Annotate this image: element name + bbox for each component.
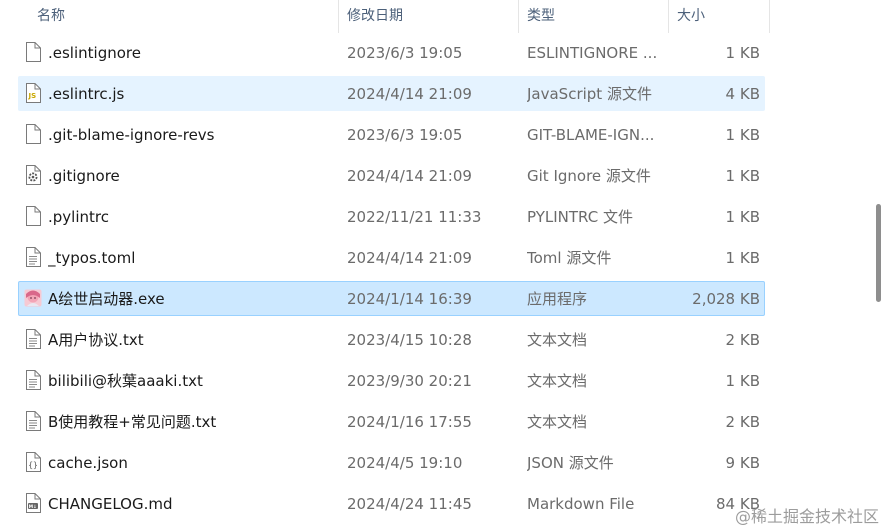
vertical-scrollbar-thumb[interactable] <box>876 204 881 302</box>
watermark: @稀土掘金技术社区 <box>734 507 879 526</box>
file-size: 2,028 KB <box>692 290 760 308</box>
file-modified-date: 2024/4/14 21:09 <box>347 249 472 267</box>
file-modified-date: 2024/1/14 16:39 <box>347 290 472 308</box>
blank-file-icon <box>24 42 42 62</box>
svg-text:JS: JS <box>28 92 37 100</box>
file-name: .eslintignore <box>48 44 141 62</box>
file-size: 1 KB <box>725 44 760 62</box>
file-size: 1 KB <box>725 126 760 144</box>
file-size: 2 KB <box>725 331 760 349</box>
file-row[interactable]: B使用教程+常见问题.txt 2024/1/16 17:55 文本文档 2 KB <box>0 402 780 443</box>
file-size: 4 KB <box>725 85 760 103</box>
file-type: Markdown File <box>527 495 635 513</box>
file-modified-date: 2023/6/3 19:05 <box>347 126 463 144</box>
file-name: A绘世启动器.exe <box>48 290 165 308</box>
file-row[interactable]: A用户协议.txt 2023/4/15 10:28 文本文档 2 KB <box>0 320 780 361</box>
file-row[interactable]: .git-blame-ignore-revs 2023/6/3 19:05 GI… <box>0 115 780 156</box>
file-explorer: ^ 名称 修改日期 类型 大小 .eslintignore 2023/6/3 1… <box>0 0 889 531</box>
file-modified-date: 2024/4/14 21:09 <box>347 167 472 185</box>
svg-text:M↓: M↓ <box>29 504 37 510</box>
file-name: _typos.toml <box>48 249 136 267</box>
file-row[interactable]: {} cache.json 2024/4/5 19:10 JSON 源文件 9 … <box>0 443 780 484</box>
file-name: .gitignore <box>48 167 120 185</box>
file-modified-date: 2022/11/21 11:33 <box>347 208 482 226</box>
file-modified-date: 2024/4/5 19:10 <box>347 454 463 472</box>
file-type: JavaScript 源文件 <box>527 85 652 103</box>
file-modified-date: 2024/4/14 21:09 <box>347 85 472 103</box>
text-file-icon <box>24 370 42 390</box>
file-name: bilibili@秋葉aaaki.txt <box>48 372 203 390</box>
column-header-name-label: 名称 <box>37 8 65 24</box>
file-row[interactable]: .pylintrc 2022/11/21 11:33 PYLINTRC 文件 1… <box>0 197 780 238</box>
markdown-file-icon: M↓ <box>24 493 42 513</box>
file-name: .pylintrc <box>48 208 109 226</box>
file-row[interactable]: .eslintignore 2023/6/3 19:05 ESLINTIGNOR… <box>0 33 780 74</box>
file-size: 9 KB <box>725 454 760 472</box>
column-header-date[interactable]: 修改日期 <box>339 0 519 33</box>
file-type: 文本文档 <box>527 331 588 349</box>
file-type: JSON 源文件 <box>527 454 614 472</box>
file-modified-date: 2024/1/16 17:55 <box>347 413 472 431</box>
file-name: cache.json <box>48 454 128 472</box>
file-name: .eslintrc.js <box>48 85 125 103</box>
file-name: CHANGELOG.md <box>48 495 173 513</box>
column-header-type-label: 类型 <box>527 8 555 24</box>
file-modified-date: 2023/6/3 19:05 <box>347 44 463 62</box>
file-type: 文本文档 <box>527 413 588 431</box>
file-size: 1 KB <box>725 167 760 185</box>
column-header-name[interactable]: ^ 名称 <box>0 0 339 33</box>
sort-ascending-icon: ^ <box>177 0 185 1</box>
column-header-type[interactable]: 类型 <box>519 0 669 33</box>
file-modified-date: 2023/4/15 10:28 <box>347 331 472 349</box>
file-row[interactable]: JS .eslintrc.js 2024/4/14 21:09 JavaScri… <box>0 74 780 115</box>
blank-file-icon <box>24 124 42 144</box>
javascript-file-icon: JS <box>24 83 42 103</box>
column-header-size[interactable]: 大小 <box>669 0 770 33</box>
column-header-bar: ^ 名称 修改日期 类型 大小 <box>0 0 770 33</box>
column-header-date-label: 修改日期 <box>347 8 403 24</box>
file-type: PYLINTRC 文件 <box>527 208 633 226</box>
text-file-icon <box>24 247 42 267</box>
file-size: 1 KB <box>725 372 760 390</box>
blank-file-icon <box>24 206 42 226</box>
file-type: ESLINTIGNORE ... <box>527 44 658 62</box>
file-row[interactable]: A绘世启动器.exe 2024/1/14 16:39 应用程序 2,028 KB <box>0 279 780 320</box>
svg-text:{}: {} <box>28 461 38 470</box>
file-name: B使用教程+常见问题.txt <box>48 413 217 431</box>
file-name: A用户协议.txt <box>48 331 144 349</box>
text-file-icon <box>24 411 42 431</box>
file-size: 1 KB <box>725 208 760 226</box>
text-file-icon <box>24 329 42 349</box>
file-modified-date: 2023/9/30 20:21 <box>347 372 472 390</box>
file-type: GIT-BLAME-IGN... <box>527 126 655 144</box>
file-size: 2 KB <box>725 413 760 431</box>
file-type: 文本文档 <box>527 372 588 390</box>
file-row[interactable]: _typos.toml 2024/4/14 21:09 Toml 源文件 1 K… <box>0 238 780 279</box>
file-size: 1 KB <box>725 249 760 267</box>
file-type: Toml 源文件 <box>527 249 612 267</box>
file-name: .git-blame-ignore-revs <box>48 126 215 144</box>
settings-file-icon <box>24 165 42 185</box>
file-row[interactable]: .gitignore 2024/4/14 21:09 Git Ignore 源文… <box>0 156 780 197</box>
file-type: 应用程序 <box>527 290 588 308</box>
file-type: Git Ignore 源文件 <box>527 167 651 185</box>
file-list: .eslintignore 2023/6/3 19:05 ESLINTIGNOR… <box>0 33 780 525</box>
file-modified-date: 2024/4/24 11:45 <box>347 495 472 513</box>
app-avatar-icon <box>24 288 42 308</box>
json-file-icon: {} <box>24 452 42 472</box>
column-header-size-label: 大小 <box>677 8 705 24</box>
file-row[interactable]: M↓ CHANGELOG.md 2024/4/24 11:45 Markdown… <box>0 484 780 525</box>
file-row[interactable]: bilibili@秋葉aaaki.txt 2023/9/30 20:21 文本文… <box>0 361 780 402</box>
